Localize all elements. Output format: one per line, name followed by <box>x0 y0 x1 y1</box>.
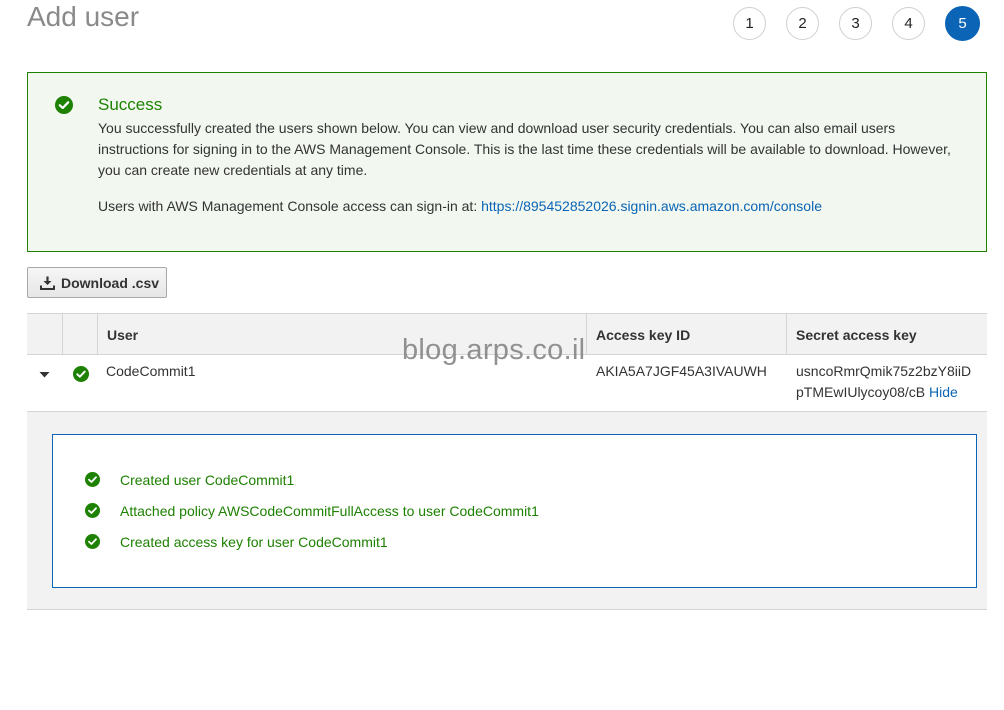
signin-info: Users with AWS Management Console access… <box>98 196 822 217</box>
check-icon <box>85 503 100 518</box>
row-details-area: Created user CodeCommit1 Attached policy… <box>27 412 987 610</box>
check-icon <box>85 472 100 487</box>
download-icon <box>40 276 55 290</box>
expand-caret-icon[interactable] <box>37 367 52 387</box>
step-4[interactable]: 4 <box>892 7 925 40</box>
check-icon <box>85 534 100 549</box>
download-csv-label: Download .csv <box>61 274 160 291</box>
signin-url-link[interactable]: https://895452852026.signin.aws.amazon.c… <box>481 198 822 214</box>
secret-key-line-2: pTMEwIUlycoy08/cB <box>796 384 926 400</box>
success-alert: Success You successfully created the use… <box>27 72 987 252</box>
access-key-id-cell: AKIA5A7JGF45A3IVAUWH <box>596 363 767 379</box>
header-expand-col <box>27 314 62 355</box>
row-details-panel: Created user CodeCommit1 Attached policy… <box>52 434 977 588</box>
step-1[interactable]: 1 <box>733 7 766 40</box>
header-access-key-id[interactable]: Access key ID <box>586 314 786 355</box>
detail-text: Created user CodeCommit1 <box>120 471 295 488</box>
hide-secret-link[interactable]: Hide <box>929 384 958 400</box>
wizard-steps: 1 2 3 4 5 <box>733 6 980 41</box>
list-item: Created access key for user CodeCommit1 <box>85 531 388 552</box>
header-secret-access-key[interactable]: Secret access key <box>786 314 987 355</box>
success-check-icon <box>55 96 73 119</box>
list-item: Created user CodeCommit1 <box>85 469 294 490</box>
success-message: You successfully created the users shown… <box>98 120 951 178</box>
row-success-icon <box>73 366 89 387</box>
signin-prefix: Users with AWS Management Console access… <box>98 198 478 214</box>
step-3[interactable]: 3 <box>839 7 872 40</box>
detail-text: Attached policy AWSCodeCommitFullAccess … <box>120 502 539 519</box>
header-status-col <box>62 314 97 355</box>
watermark-text: blog.arps.co.il <box>402 334 586 366</box>
page-title: Add user <box>27 1 140 32</box>
add-user-page: Add user 1 2 3 4 5 Success You successfu… <box>0 0 1004 710</box>
step-2[interactable]: 2 <box>786 7 819 40</box>
secret-access-key-cell: usncoRmrQmik75z2bzY8iiD pTMEwIUlycoy08/c… <box>796 361 981 403</box>
success-title: Success <box>98 95 163 114</box>
user-name-cell: CodeCommit1 <box>106 363 196 379</box>
list-item: Attached policy AWSCodeCommitFullAccess … <box>85 500 539 521</box>
step-5-current[interactable]: 5 <box>945 6 980 41</box>
detail-text: Created access key for user CodeCommit1 <box>120 533 388 550</box>
secret-key-line-1: usncoRmrQmik75z2bzY8iiD <box>796 363 972 379</box>
secret-key-line-2-wrap: pTMEwIUlycoy08/cB Hide <box>796 382 981 403</box>
download-csv-button[interactable]: Download .csv <box>27 267 167 298</box>
